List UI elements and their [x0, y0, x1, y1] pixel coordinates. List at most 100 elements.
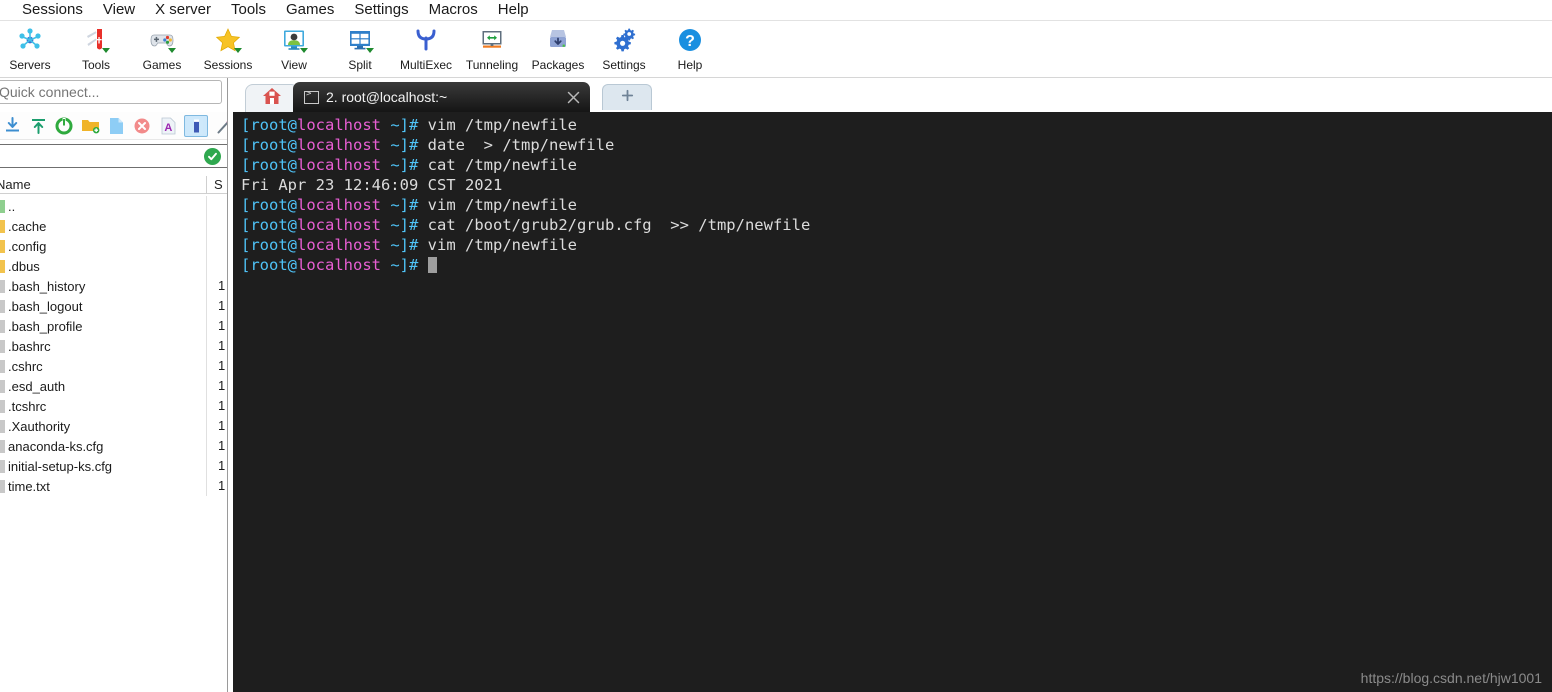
- file-icon: [0, 319, 5, 333]
- column-divider: [206, 476, 207, 496]
- terminal-line: [root@localhost ~]# vim /tmp/newfile: [241, 195, 810, 215]
- prompt-suffix: ~]#: [381, 216, 428, 234]
- terminal-tab[interactable]: 2. root@localhost:~: [293, 82, 590, 112]
- prompt-suffix: ~]#: [381, 156, 428, 174]
- file-name: anaconda-ks.cfg: [8, 438, 104, 454]
- home-tab[interactable]: [245, 84, 299, 112]
- file-list-item[interactable]: .config: [0, 236, 227, 256]
- column-header-name[interactable]: Name: [0, 177, 31, 192]
- delete-icon[interactable]: [132, 115, 152, 137]
- file-icon: [0, 479, 5, 493]
- file-list-item[interactable]: .tcshrc 1: [0, 396, 227, 416]
- menu-item-x-server[interactable]: X server: [145, 0, 221, 20]
- terminal-line: [root@localhost ~]# vim /tmp/newfile: [241, 115, 810, 135]
- toolbar-button-split[interactable]: Split: [327, 23, 393, 77]
- file-list-item[interactable]: .bashrc 1: [0, 336, 227, 356]
- rename-icon[interactable]: A: [158, 115, 178, 137]
- chevron-down-icon: [366, 48, 374, 53]
- download-icon[interactable]: [2, 115, 22, 137]
- file-icon: [0, 359, 5, 373]
- toolbar-button-tunneling[interactable]: Tunneling: [459, 23, 525, 77]
- toolbar-button-tools[interactable]: Tools: [63, 23, 129, 77]
- toolbar-button-multiexec[interactable]: MultiExec: [393, 23, 459, 77]
- toolbar-button-help[interactable]: ? Help: [657, 23, 723, 77]
- refresh-icon[interactable]: [54, 115, 74, 137]
- file-icon: [0, 459, 5, 473]
- terminal-output: [root@localhost ~]# vim /tmp/newfile [roo…: [241, 115, 810, 275]
- chevron-down-icon: [234, 48, 242, 53]
- prompt-suffix: ~]#: [381, 236, 428, 254]
- menu-item-sessions[interactable]: Sessions: [12, 0, 93, 20]
- file-list-item[interactable]: .bash_logout 1: [0, 296, 227, 316]
- split-screen-icon: [345, 25, 375, 55]
- file-list-item[interactable]: time.txt 1: [0, 476, 227, 496]
- file-icon: [0, 299, 5, 313]
- terminal-line: Fri Apr 23 12:46:09 CST 2021: [241, 175, 810, 195]
- file-size: 1: [218, 438, 226, 453]
- prompt-hostname: localhost: [297, 156, 381, 174]
- toolbar-button-settings[interactable]: Settings: [591, 23, 657, 77]
- prompt-hostname: localhost: [297, 136, 381, 154]
- close-icon[interactable]: [562, 86, 584, 108]
- menu-bar: Sessions View X server Tools Games Setti…: [0, 0, 1552, 21]
- file-list-item[interactable]: .bash_profile 1: [0, 316, 227, 336]
- prompt-prefix: [root@: [241, 116, 297, 134]
- file-list-item[interactable]: .bash_history 1: [0, 276, 227, 296]
- magic-wand-icon[interactable]: [214, 115, 227, 137]
- toolbar-button-view[interactable]: View: [261, 23, 327, 77]
- new-tab-button[interactable]: [602, 84, 652, 110]
- terminal-icon: [304, 89, 319, 104]
- edit-file-icon[interactable]: [184, 114, 208, 137]
- folder-icon: [0, 239, 5, 253]
- toolbar-button-sessions[interactable]: Sessions: [195, 23, 261, 77]
- toolbar-label-tools: Tools: [81, 58, 110, 72]
- menu-item-macros[interactable]: Macros: [419, 0, 488, 20]
- file-size: 1: [218, 458, 226, 473]
- prompt-prefix: [root@: [241, 196, 297, 214]
- menu-item-help[interactable]: Help: [488, 0, 539, 20]
- toolbar-button-games[interactable]: Games: [129, 23, 195, 77]
- upload-icon[interactable]: [28, 115, 48, 137]
- menu-item-settings[interactable]: Settings: [344, 0, 418, 20]
- file-list-item[interactable]: ..: [0, 196, 227, 216]
- file-list-item[interactable]: .cache: [0, 216, 227, 236]
- toolbar-button-packages[interactable]: Packages: [525, 23, 591, 77]
- sftp-sidebar: A Name S ...cache.: [0, 78, 228, 692]
- column-divider: [206, 176, 207, 194]
- column-divider: [206, 296, 207, 316]
- file-list-item[interactable]: anaconda-ks.cfg 1: [0, 436, 227, 456]
- file-name: .bashrc: [8, 338, 51, 354]
- menu-item-view[interactable]: View: [93, 0, 145, 20]
- file-list-item[interactable]: .esd_auth 1: [0, 376, 227, 396]
- check-icon: [204, 148, 221, 165]
- plus-icon: [621, 89, 634, 107]
- terminal-panel[interactable]: [root@localhost ~]# vim /tmp/newfile [roo…: [233, 112, 1552, 692]
- column-divider: [206, 196, 207, 216]
- file-name: .tcshrc: [8, 398, 47, 414]
- sftp-filter-input[interactable]: [0, 144, 227, 168]
- menu-item-games[interactable]: Games: [276, 0, 344, 20]
- file-list[interactable]: .. .cache .config .dbus .bash_history 1 .bash_…: [0, 196, 227, 690]
- toolbar-button-servers[interactable]: Servers: [0, 23, 63, 77]
- menu-item-tools[interactable]: Tools: [221, 0, 276, 20]
- file-name: initial-setup-ks.cfg: [8, 458, 113, 474]
- prompt-suffix: ~]#: [381, 116, 428, 134]
- file-name: .Xauthority: [8, 418, 71, 434]
- file-name: .cache: [8, 218, 47, 234]
- file-size: 1: [218, 478, 226, 493]
- file-list-item[interactable]: initial-setup-ks.cfg 1: [0, 456, 227, 476]
- svg-text:?: ?: [685, 33, 695, 50]
- file-size: 1: [218, 318, 226, 333]
- terminal-line: [root@localhost ~]# vim /tmp/newfile: [241, 235, 810, 255]
- quick-connect-input[interactable]: [0, 80, 222, 104]
- file-icon: [0, 439, 5, 453]
- watermark: https://blog.csdn.net/hjw1001: [1360, 670, 1542, 686]
- column-header-size[interactable]: S: [214, 177, 223, 192]
- file-list-item[interactable]: .cshrc 1: [0, 356, 227, 376]
- new-folder-icon[interactable]: [80, 115, 100, 137]
- new-file-icon[interactable]: [106, 115, 126, 137]
- tunneling-icon: [477, 25, 507, 55]
- column-divider: [206, 216, 207, 236]
- file-list-item[interactable]: .dbus: [0, 256, 227, 276]
- file-list-item[interactable]: .Xauthority 1: [0, 416, 227, 436]
